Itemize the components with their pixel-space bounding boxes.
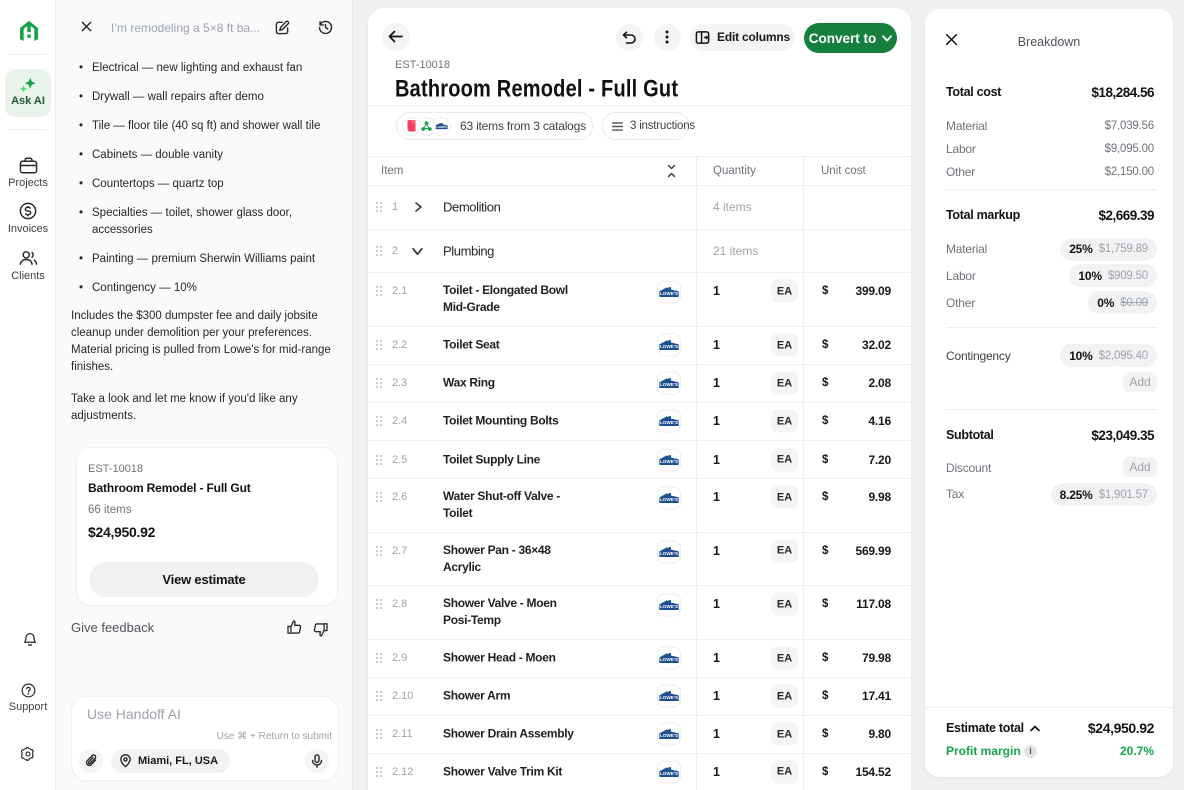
svg-text:LOWE'S: LOWE'S (660, 771, 678, 776)
svg-text:LOWE'S: LOWE'S (660, 733, 678, 738)
svg-text:LOWE'S: LOWE'S (660, 604, 678, 609)
svg-text:LOWE'S: LOWE'S (660, 459, 678, 464)
svg-text:LOWE'S: LOWE'S (660, 551, 678, 556)
svg-text:LOWE'S: LOWE'S (660, 382, 678, 387)
svg-text:LOWE'S: LOWE'S (436, 125, 447, 129)
svg-text:LOWE'S: LOWE'S (660, 291, 678, 296)
svg-text:LOWE'S: LOWE'S (660, 695, 678, 700)
svg-text:LOWE'S: LOWE'S (660, 497, 678, 502)
svg-text:LOWE'S: LOWE'S (660, 344, 678, 349)
svg-text:LOWE'S: LOWE'S (660, 420, 678, 425)
svg-text:LOWE'S: LOWE'S (660, 657, 678, 662)
